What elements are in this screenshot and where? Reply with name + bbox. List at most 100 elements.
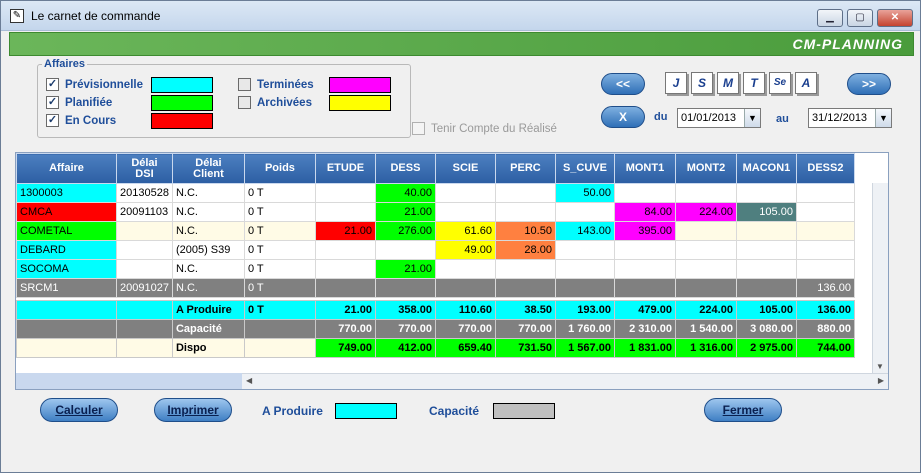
maximize-button[interactable]: ▢ — [847, 9, 873, 27]
table-cell[interactable]: 20130528 — [116, 183, 173, 203]
table-cell[interactable] — [116, 221, 173, 241]
table-cell[interactable]: N.C. — [171, 183, 245, 203]
tenir-compte-checkbox[interactable] — [412, 122, 425, 135]
calculer-button[interactable]: Calculer — [40, 398, 118, 422]
col-delai-dsi[interactable]: Délai DSI — [116, 153, 173, 184]
table-cell[interactable]: 10.50 — [494, 221, 556, 241]
table-cell[interactable] — [674, 183, 737, 203]
col-etude[interactable]: ETUDE — [314, 153, 376, 184]
table-cell[interactable]: SOCOMA — [16, 259, 117, 279]
table-cell[interactable]: 1300003 — [16, 183, 117, 203]
table-cell[interactable] — [314, 278, 376, 298]
table-cell[interactable]: 0 T — [243, 202, 316, 222]
period-m-button[interactable]: M — [717, 72, 739, 94]
table-cell[interactable]: 84.00 — [613, 202, 676, 222]
planifiee-checkbox[interactable]: ✓ — [46, 96, 59, 109]
legend-terminees[interactable]: Terminées — [238, 78, 314, 91]
table-cell[interactable] — [674, 259, 737, 279]
table-cell[interactable] — [554, 278, 615, 298]
col-scie[interactable]: SCIE — [434, 153, 496, 184]
legend-en-cours[interactable]: ✓ En Cours — [46, 114, 116, 127]
table-cell[interactable] — [434, 202, 496, 222]
table-cell[interactable]: 0 T — [243, 183, 316, 203]
minimize-button[interactable]: ▁ — [817, 9, 843, 27]
period-t-button[interactable]: T — [743, 72, 765, 94]
scroll-down-icon[interactable]: ▼ — [876, 362, 884, 371]
period-se-button[interactable]: Se — [769, 72, 791, 94]
table-cell[interactable] — [613, 183, 676, 203]
table-cell[interactable]: 40.00 — [374, 183, 436, 203]
horizontal-scrollbar[interactable]: ◀ ▶ — [242, 373, 888, 389]
table-cell[interactable] — [735, 221, 797, 241]
table-cell[interactable]: 21.00 — [374, 202, 436, 222]
table-cell[interactable]: 276.00 — [374, 221, 436, 241]
table-cell[interactable]: 0 T — [243, 259, 316, 279]
table-row[interactable]: COMETAL N.C. 0 T 21.00 276.00 61.60 10.50 143.0… — [16, 221, 855, 241]
table-cell[interactable]: 21.00 — [314, 221, 376, 241]
table-cell[interactable]: (2005) S39 — [171, 240, 245, 260]
legend-planifiee[interactable]: ✓ Planifiée — [46, 96, 112, 109]
period-s-button[interactable]: S — [691, 72, 713, 94]
table-cell[interactable] — [795, 259, 855, 279]
table-cell[interactable] — [374, 278, 436, 298]
table-cell[interactable]: 20091027 — [116, 278, 173, 298]
period-a-button[interactable]: A — [795, 72, 817, 94]
imprimer-button[interactable]: Imprimer — [154, 398, 232, 422]
table-row[interactable]: CMCA 20091103 N.C. 0 T 21.00 84.00 224.00 105.0… — [16, 202, 855, 222]
table-cell[interactable] — [554, 240, 615, 260]
table-cell[interactable] — [554, 202, 615, 222]
table-cell[interactable] — [674, 221, 737, 241]
table-row[interactable]: 1300003 20130528 N.C. 0 T 40.00 50.00 — [16, 183, 855, 203]
column-picker-icon[interactable]: ▤ — [876, 157, 884, 166]
table-cell[interactable]: 61.60 — [434, 221, 496, 241]
date-from-field[interactable]: 01/01/2013 ▼ — [677, 108, 761, 128]
col-dess[interactable]: DESS — [374, 153, 436, 184]
table-cell[interactable]: 0 T — [243, 240, 316, 260]
period-j-button[interactable]: J — [665, 72, 687, 94]
table-cell[interactable]: N.C. — [171, 278, 245, 298]
col-mont2[interactable]: MONT2 — [674, 153, 737, 184]
table-cell[interactable] — [494, 259, 556, 279]
next-period-button[interactable]: >> — [847, 73, 891, 95]
chevron-down-icon[interactable]: ▼ — [875, 109, 891, 127]
table-cell[interactable] — [674, 278, 737, 298]
date-to-field[interactable]: 31/12/2013 ▼ — [808, 108, 892, 128]
table-cell[interactable]: N.C. — [171, 259, 245, 279]
table-cell[interactable] — [735, 259, 797, 279]
scroll-right-icon[interactable]: ▶ — [878, 376, 884, 385]
table-cell[interactable] — [314, 259, 376, 279]
table-cell[interactable]: 143.00 — [554, 221, 615, 241]
col-dess2[interactable]: DESS2 — [795, 153, 855, 184]
table-cell[interactable] — [314, 202, 376, 222]
table-cell[interactable] — [374, 240, 436, 260]
vertical-scrollbar[interactable]: ▤ ▼ — [872, 157, 888, 373]
table-row[interactable]: DEBARD (2005) S39 0 T 49.00 28.00 — [16, 240, 855, 260]
table-cell[interactable] — [674, 240, 737, 260]
table-cell[interactable] — [613, 240, 676, 260]
table-cell[interactable]: SRCM1 — [16, 278, 117, 298]
table-cell[interactable] — [613, 278, 676, 298]
table-cell[interactable] — [434, 278, 496, 298]
previous-period-button[interactable]: << — [601, 73, 645, 95]
col-perc[interactable]: PERC — [494, 153, 556, 184]
previsionnelle-checkbox[interactable]: ✓ — [46, 78, 59, 91]
table-cell[interactable] — [735, 240, 797, 260]
table-cell[interactable]: 49.00 — [434, 240, 496, 260]
col-delai-client[interactable]: Délai Client — [171, 153, 245, 184]
fermer-button[interactable]: Fermer — [704, 398, 782, 422]
table-cell[interactable] — [314, 183, 376, 203]
table-cell[interactable]: 224.00 — [674, 202, 737, 222]
archivees-checkbox[interactable] — [238, 96, 251, 109]
table-cell[interactable]: DEBARD — [16, 240, 117, 260]
table-cell[interactable]: N.C. — [171, 221, 245, 241]
table-cell[interactable] — [434, 259, 496, 279]
legend-archivees[interactable]: Archivées — [238, 96, 312, 109]
table-cell[interactable] — [613, 259, 676, 279]
table-cell[interactable]: 395.00 — [613, 221, 676, 241]
col-affaire[interactable]: Affaire — [16, 153, 117, 184]
col-poids[interactable]: Poids — [243, 153, 316, 184]
table-cell[interactable]: N.C. — [171, 202, 245, 222]
table-cell[interactable] — [116, 240, 173, 260]
table-cell[interactable]: 105.00 — [735, 202, 797, 222]
table-cell[interactable] — [795, 221, 855, 241]
